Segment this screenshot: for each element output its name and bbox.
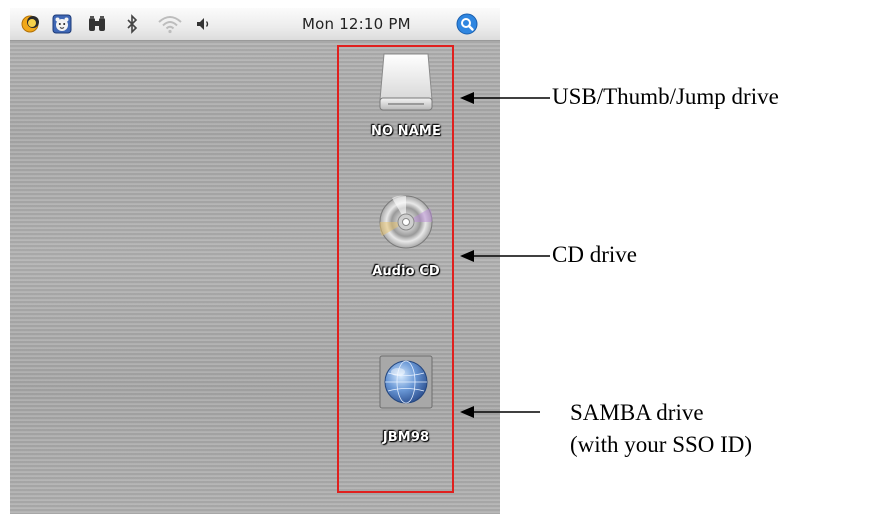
arrow-cd xyxy=(460,250,550,262)
menu-extra-yellow-icon[interactable] xyxy=(18,13,42,35)
menu-extra-face-icon[interactable] xyxy=(50,13,74,35)
wifi-icon[interactable] xyxy=(156,13,184,35)
desktop: Mon 12:10 PM NO NAME Audio CD JBM98 xyxy=(10,8,500,514)
spotlight-search-icon[interactable] xyxy=(454,13,480,35)
menu-bar: Mon 12:10 PM xyxy=(10,8,500,41)
binoculars-icon[interactable] xyxy=(84,13,110,35)
annotation-samba-line1: SAMBA drive xyxy=(570,400,704,425)
annotation-usb: USB/Thumb/Jump drive xyxy=(552,84,779,109)
menu-clock[interactable]: Mon 12:10 PM xyxy=(302,13,411,35)
volume-icon[interactable] xyxy=(194,13,214,35)
arrow-samba xyxy=(460,406,540,418)
bluetooth-icon[interactable] xyxy=(122,13,142,35)
arrow-usb xyxy=(460,92,550,104)
annotation-cd: CD drive xyxy=(552,242,637,267)
annotation-samba-line2: (with your SSO ID) xyxy=(570,432,753,457)
drives-highlight-box xyxy=(337,45,454,493)
